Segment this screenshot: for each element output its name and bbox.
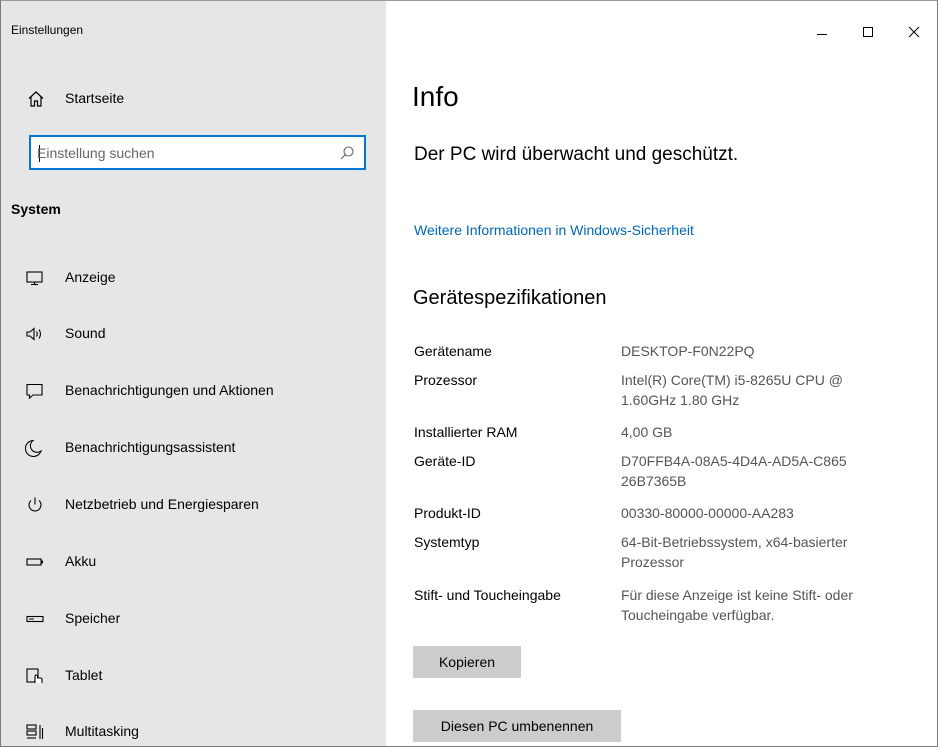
spec-value: DESKTOP-F0N22PQ bbox=[621, 343, 755, 359]
home-label: Startseite bbox=[65, 90, 125, 106]
page-title: Info bbox=[412, 81, 459, 112]
multitasking-icon bbox=[25, 723, 45, 741]
search-icon[interactable] bbox=[339, 145, 355, 161]
sidebar-item-label: Akku bbox=[65, 553, 97, 569]
spec-key: Gerätename bbox=[414, 343, 492, 359]
sidebar-item-label: Anzeige bbox=[65, 269, 116, 285]
focus-assist-icon bbox=[24, 439, 45, 458]
spec-value: 4,00 GB bbox=[621, 424, 673, 440]
windows-security-link[interactable]: Weitere Informationen in Windows-Sicherh… bbox=[414, 222, 694, 238]
app-title: Einstellungen bbox=[11, 23, 84, 37]
sidebar-item-label: Multitasking bbox=[65, 723, 139, 739]
spec-key: Prozessor bbox=[414, 372, 478, 388]
search-box[interactable] bbox=[29, 135, 366, 170]
sidebar-item-netzbetrieb[interactable]: Netzbetrieb und Energiesparen bbox=[1, 476, 386, 532]
sidebar-item-label: Netzbetrieb und Energiesparen bbox=[65, 496, 259, 512]
sidebar-item-label: Speicher bbox=[65, 610, 121, 626]
spec-key: Stift- und Toucheingabe bbox=[414, 587, 561, 603]
battery-icon bbox=[25, 553, 45, 571]
display-icon bbox=[25, 269, 45, 287]
spec-key: Produkt-ID bbox=[414, 505, 481, 521]
spec-value: D70FFB4A-08A5-4D4A-AD5A-C86526B7365B bbox=[621, 453, 847, 489]
sidebar-item-benachrichtigungen[interactable]: Benachrichtigungen und Aktionen bbox=[1, 362, 386, 418]
spec-value: Für diese Anzeige ist keine Stift- oder … bbox=[621, 587, 853, 623]
sidebar-item-label: Benachrichtigungen und Aktionen bbox=[65, 382, 274, 398]
tablet-icon bbox=[25, 667, 45, 685]
spec-value: Intel(R) Core(TM) i5-8265U CPU @ 1.60GHz… bbox=[621, 372, 843, 408]
spec-key: Installierter RAM bbox=[414, 424, 518, 440]
home-icon bbox=[27, 90, 45, 108]
notifications-icon bbox=[25, 382, 45, 400]
home-link[interactable]: Startseite bbox=[1, 85, 386, 113]
sidebar-item-label: Tablet bbox=[65, 667, 103, 683]
sound-icon bbox=[25, 325, 45, 343]
sidebar-item-anzeige[interactable]: Anzeige bbox=[1, 249, 386, 305]
sidebar-item-label: Sound bbox=[65, 325, 106, 341]
main-content: Info Der PC wird überwacht und geschützt… bbox=[386, 1, 937, 746]
sidebar-item-sound[interactable]: Sound bbox=[1, 305, 386, 361]
copy-button[interactable]: Kopieren bbox=[413, 646, 521, 678]
protection-status: Der PC wird überwacht und geschützt. bbox=[414, 144, 739, 165]
spec-value: 64-Bit-Betriebssystem, x64-basierter Pro… bbox=[621, 534, 848, 570]
settings-window: Einstellungen Startseite System Anzeige bbox=[0, 0, 938, 747]
sidebar-item-multitasking[interactable]: Multitasking bbox=[1, 703, 386, 746]
spec-key: Geräte-ID bbox=[414, 453, 476, 469]
power-icon bbox=[25, 496, 45, 514]
sidebar-item-label: Benachrichtigungsassistent bbox=[65, 439, 236, 455]
sidebar-item-benachrichtigungsassistent[interactable]: Benachrichtigungsassistent bbox=[1, 419, 386, 475]
rename-pc-button[interactable]: Diesen PC umbenennen bbox=[413, 710, 621, 742]
search-input[interactable] bbox=[37, 144, 327, 162]
spec-value: 00330-80000-00000-AA283 bbox=[621, 505, 794, 521]
sidebar-item-tablet[interactable]: Tablet bbox=[1, 647, 386, 703]
section-title: System bbox=[11, 201, 61, 217]
spec-key: Systemtyp bbox=[414, 534, 480, 550]
sidebar-item-akku[interactable]: Akku bbox=[1, 533, 386, 589]
device-specs-heading: Gerätespezifikationen bbox=[413, 287, 607, 309]
sidebar-item-speicher[interactable]: Speicher bbox=[1, 590, 386, 646]
storage-icon bbox=[25, 610, 45, 628]
sidebar: Einstellungen Startseite System Anzeige bbox=[1, 1, 386, 746]
